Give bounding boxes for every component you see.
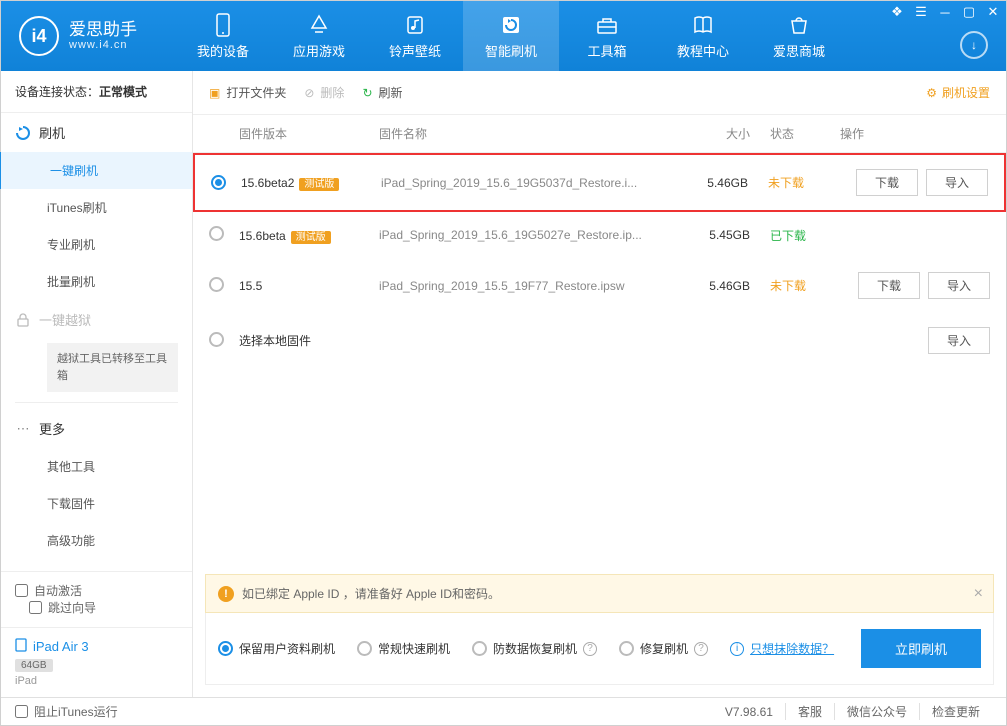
flash-settings-button[interactable]: ⚙刷机设置 <box>926 84 990 101</box>
app-url: www.i4.cn <box>69 39 137 51</box>
import-button[interactable]: 导入 <box>928 272 990 299</box>
table-row[interactable]: 15.6beta2测试版 iPad_Spring_2019_15.6_19G50… <box>193 153 1006 212</box>
folder-icon: ▣ <box>209 86 220 100</box>
connection-status: 设备连接状态：正常模式 <box>1 71 192 113</box>
menu-icon[interactable]: ☰ <box>914 5 928 19</box>
minimize-icon[interactable]: ─ <box>938 5 952 19</box>
logo-icon: i4 <box>19 16 59 56</box>
book-icon <box>691 13 715 37</box>
warning-icon: ! <box>218 586 234 602</box>
titlebar: i4 爱思助手 www.i4.cn 我的设备 应用游戏 铃声壁纸 智能刷机 工具… <box>1 1 1006 71</box>
flash-options: 保留用户资料刷机 常规快速刷机 防数据恢复刷机? 修复刷机? i只想抹除数据？ … <box>205 613 994 685</box>
toolbox-icon <box>595 13 619 37</box>
gear-icon: ⚙ <box>926 86 937 100</box>
window-controls: ❖ ☰ ─ ▢ ✕ <box>890 5 1000 19</box>
more-icon: ⋯ <box>15 421 31 437</box>
block-itunes-checkbox[interactable]: 阻止iTunes运行 <box>15 703 118 720</box>
row-radio[interactable] <box>209 277 224 292</box>
apps-icon <box>307 13 331 37</box>
version-label: V7.98.61 <box>713 705 785 719</box>
main-panel: ▣打开文件夹 ⊘删除 ↻刷新 ⚙刷机设置 固件版本 固件名称 大小 状态 操作 … <box>193 71 1006 697</box>
nav-shop[interactable]: 爱思商城 <box>751 1 847 71</box>
download-manager-icon[interactable]: ↓ <box>960 31 988 59</box>
import-button[interactable]: 导入 <box>928 327 990 354</box>
help-icon[interactable]: ? <box>694 642 708 656</box>
status-bar: 阻止iTunes运行 V7.98.61 客服 微信公众号 检查更新 <box>1 697 1006 725</box>
sidebar-item-batch[interactable]: 批量刷机 <box>1 263 192 300</box>
flash-small-icon <box>15 125 31 141</box>
wechat-link[interactable]: 微信公众号 <box>834 703 919 720</box>
nav-toolbox[interactable]: 工具箱 <box>559 1 655 71</box>
sidebar-item-oneclick[interactable]: 一键刷机 <box>0 152 192 189</box>
row-radio[interactable] <box>209 226 224 241</box>
flash-now-button[interactable]: 立即刷机 <box>861 629 981 668</box>
row-radio[interactable] <box>211 175 226 190</box>
service-link[interactable]: 客服 <box>785 703 834 720</box>
toolbar: ▣打开文件夹 ⊘删除 ↻刷新 ⚙刷机设置 <box>193 71 1006 115</box>
music-icon <box>403 13 427 37</box>
erase-link[interactable]: i只想抹除数据？ <box>730 640 834 657</box>
sidebar-item-other[interactable]: 其他工具 <box>1 448 192 485</box>
logo[interactable]: i4 爱思助手 www.i4.cn <box>1 16 155 56</box>
refresh-icon: ↻ <box>362 86 372 100</box>
shop-icon <box>787 13 811 37</box>
opt-anti-recover[interactable]: 防数据恢复刷机? <box>472 640 597 657</box>
download-button[interactable]: 下载 <box>858 272 920 299</box>
skin-icon[interactable]: ❖ <box>890 5 904 19</box>
opt-repair[interactable]: 修复刷机? <box>619 640 708 657</box>
sidebar-head-more[interactable]: ⋯ 更多 <box>1 409 192 448</box>
sidebar-item-pro[interactable]: 专业刷机 <box>1 226 192 263</box>
tablet-icon <box>15 638 27 655</box>
sidebar-head-flash[interactable]: 刷机 <box>1 113 192 152</box>
lock-icon <box>15 312 31 328</box>
update-link[interactable]: 检查更新 <box>919 703 992 720</box>
app-name: 爱思助手 <box>69 21 137 40</box>
row-radio[interactable] <box>209 332 224 347</box>
beta-tag: 测试版 <box>299 178 339 191</box>
info-icon: i <box>730 642 744 656</box>
main-nav: 我的设备 应用游戏 铃声壁纸 智能刷机 工具箱 教程中心 爱思商城 <box>175 1 847 71</box>
close-icon[interactable]: ✕ <box>986 5 1000 19</box>
download-button[interactable]: 下载 <box>856 169 918 196</box>
sidebar-item-itunes[interactable]: iTunes刷机 <box>1 189 192 226</box>
flash-icon <box>499 13 523 37</box>
nav-flash[interactable]: 智能刷机 <box>463 1 559 71</box>
refresh-button[interactable]: ↻刷新 <box>362 84 402 101</box>
nav-ringtone[interactable]: 铃声壁纸 <box>367 1 463 71</box>
table-header: 固件版本 固件名称 大小 状态 操作 <box>193 115 1006 153</box>
nav-device[interactable]: 我的设备 <box>175 1 271 71</box>
maximize-icon[interactable]: ▢ <box>962 5 976 19</box>
auto-activate-checkbox[interactable]: 自动激活 <box>15 582 178 599</box>
skip-guide-checkbox[interactable]: 跳过向导 <box>29 599 96 616</box>
opt-keep-data[interactable]: 保留用户资料刷机 <box>218 640 335 657</box>
nav-apps[interactable]: 应用游戏 <box>271 1 367 71</box>
table-row[interactable]: 15.6beta测试版 iPad_Spring_2019_15.6_19G502… <box>193 212 1006 258</box>
notice-close-icon[interactable]: × <box>974 585 983 603</box>
delete-icon: ⊘ <box>304 86 314 100</box>
sidebar-head-jailbreak: 一键越狱 <box>1 300 192 339</box>
sidebar: 设备连接状态：正常模式 刷机 一键刷机 iTunes刷机 专业刷机 批量刷机 一… <box>1 71 193 697</box>
delete-button[interactable]: ⊘删除 <box>304 84 344 101</box>
table-row[interactable]: 选择本地固件 导入 <box>193 313 1006 364</box>
device-info[interactable]: iPad Air 3 64GB iPad <box>1 627 192 697</box>
table-row[interactable]: 15.5 iPad_Spring_2019_15.5_19F77_Restore… <box>193 258 1006 313</box>
notice-bar: ! 如已绑定 Apple ID ，请准备好 Apple ID和密码。 × <box>205 574 994 613</box>
help-icon[interactable]: ? <box>583 642 597 656</box>
firmware-table: 15.6beta2测试版 iPad_Spring_2019_15.6_19G50… <box>193 153 1006 364</box>
nav-tutorial[interactable]: 教程中心 <box>655 1 751 71</box>
open-folder-button[interactable]: ▣打开文件夹 <box>209 84 286 101</box>
opt-normal[interactable]: 常规快速刷机 <box>357 640 450 657</box>
beta-tag: 测试版 <box>291 231 331 244</box>
device-icon <box>211 13 235 37</box>
sidebar-item-advanced[interactable]: 高级功能 <box>1 522 192 559</box>
import-button[interactable]: 导入 <box>926 169 988 196</box>
sidebar-item-download[interactable]: 下载固件 <box>1 485 192 522</box>
storage-badge: 64GB <box>15 659 53 672</box>
jailbreak-note: 越狱工具已转移至工具箱 <box>47 343 178 392</box>
